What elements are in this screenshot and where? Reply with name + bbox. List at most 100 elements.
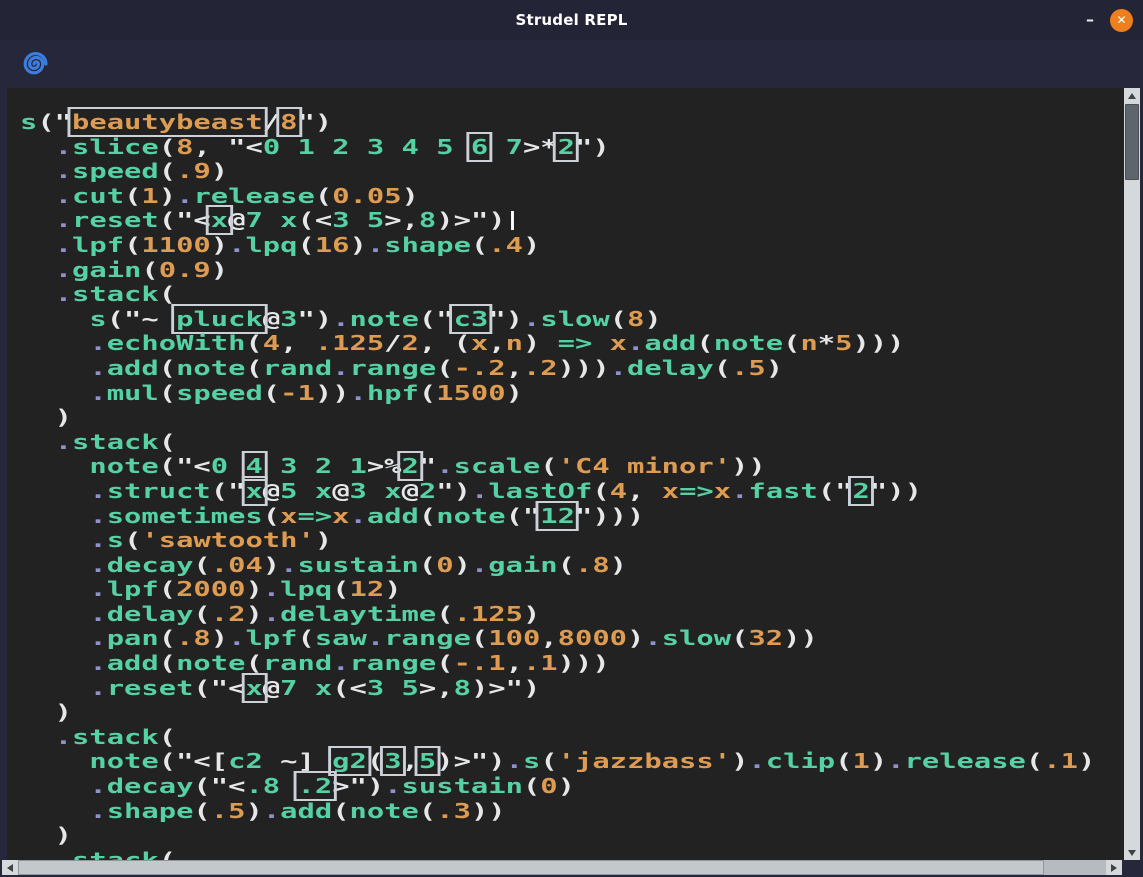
titlebar[interactable]: Strudel REPL – ✕: [0, 0, 1143, 40]
code-line: .reset("<x@7 x(<3 5>,8)>"): [20, 208, 1124, 233]
code-token: (: [245, 331, 262, 355]
code-token: @: [263, 307, 280, 331]
code-token: [20, 184, 55, 208]
active-event-highlight: x: [211, 208, 228, 232]
code-token: speed: [72, 159, 159, 183]
code-token: "): [488, 307, 523, 331]
code-token: 0: [436, 553, 453, 577]
horizontal-scroll-thumb[interactable]: [18, 860, 1044, 875]
scroll-right-button[interactable]: [1106, 860, 1122, 875]
code-token: .125: [454, 602, 523, 626]
code-token: .04: [211, 553, 263, 577]
spiral-icon: [20, 50, 48, 78]
code-token: .: [89, 528, 106, 552]
code-area[interactable]: s("beautybeast/8") .slice(8, "<0 1 2 3 4…: [7, 88, 1124, 860]
code-token: .: [263, 602, 280, 626]
code-token: add: [367, 504, 419, 528]
code-token: range: [350, 356, 437, 380]
vertical-scroll-track[interactable]: [1124, 103, 1140, 845]
scroll-up-button[interactable]: [1124, 88, 1140, 103]
code-line: ): [20, 700, 1124, 725]
code-token: .: [89, 504, 106, 528]
active-event-highlight: 5: [419, 749, 436, 773]
code-token: (: [540, 749, 557, 773]
code-token: .: [55, 430, 72, 454]
code-token: @: [332, 479, 349, 503]
code-token: add: [644, 331, 696, 355]
code-token: (: [245, 356, 262, 380]
code-token: (: [731, 626, 748, 650]
code-token: @: [402, 479, 419, 503]
code-token: (: [1026, 749, 1043, 773]
code-token: [20, 258, 55, 282]
code-token: [20, 208, 55, 232]
scroll-down-button[interactable]: [1124, 845, 1140, 860]
code-token: 8000: [558, 626, 627, 650]
strudel-repl-window: Strudel REPL – ✕ s("beautybeast/8") .sli…: [0, 0, 1143, 877]
code-line: .cut(1).release(0.05): [20, 184, 1124, 209]
code-token: .: [89, 774, 106, 798]
code-token: 8: [627, 307, 644, 331]
code-token: (: [297, 233, 314, 257]
code-token: 5: [835, 331, 852, 355]
code-token: shape: [384, 233, 471, 257]
horizontal-scroll-track[interactable]: [18, 860, 1106, 875]
code-token: ("<[: [159, 749, 228, 773]
code-token: stack: [72, 430, 159, 454]
scroll-left-button[interactable]: [2, 860, 18, 875]
code-token: .: [55, 725, 72, 749]
code-token: [20, 626, 89, 650]
code-token: .5: [211, 799, 246, 823]
code-token: *: [818, 331, 835, 355]
code-token: 2: [402, 331, 419, 355]
strudel-spiral-logo-icon[interactable]: [20, 50, 48, 78]
code-token: (: [419, 504, 436, 528]
code-token: (: [124, 528, 141, 552]
code-token: release: [193, 184, 314, 208]
code-line: .echoWith(4, .125/2, (x,n) => x.add(note…: [20, 331, 1124, 356]
code-token: "): [297, 110, 332, 134]
code-token: , "<: [193, 135, 262, 159]
code-token: [280, 774, 297, 798]
code-token: ): [245, 602, 262, 626]
code-token: -.1: [454, 651, 506, 675]
code-token: (: [471, 626, 488, 650]
code-token: (: [558, 553, 575, 577]
code-token: [20, 725, 55, 749]
code-token: (: [297, 626, 314, 650]
code-token: .: [350, 381, 367, 405]
horizontal-scrollbar[interactable]: [2, 860, 1122, 875]
code-token: speed: [176, 381, 263, 405]
code-token: ("<: [159, 454, 211, 478]
code-line: .lpf(1100).lpq(16).shape(.4): [20, 233, 1124, 258]
code-token: , (: [419, 331, 471, 355]
vertical-scroll-thumb[interactable]: [1125, 104, 1139, 180]
code-token: (: [315, 184, 332, 208]
code-token: x: [714, 479, 731, 503]
code-line: .speed(.9): [20, 159, 1124, 184]
code-token: x: [280, 504, 297, 528]
code-token: >,: [419, 676, 454, 700]
minimize-button[interactable]: –: [1086, 15, 1094, 25]
close-button[interactable]: ✕: [1110, 9, 1133, 32]
code-token: note: [436, 504, 505, 528]
code-token: .: [471, 553, 488, 577]
code-token: .: [89, 577, 106, 601]
code-token: @: [263, 676, 280, 700]
code-token: reset: [72, 208, 159, 232]
code-token: 5: [280, 479, 315, 503]
code-token: )>"): [436, 208, 505, 232]
code-token: note: [89, 749, 158, 773]
active-event-highlight: beautybeast: [72, 110, 263, 134]
active-event-highlight: x: [245, 676, 262, 700]
code-token: x: [332, 504, 349, 528]
vertical-scrollbar[interactable]: [1124, 88, 1140, 860]
code-token: @: [263, 479, 280, 503]
code-token: ): [159, 184, 176, 208]
code-token: ~: [141, 307, 176, 331]
active-event-highlight: g2: [332, 749, 367, 773]
code-token: (: [245, 651, 262, 675]
code-token: ,: [506, 651, 523, 675]
code-line: .s('sawtooth'): [20, 528, 1124, 553]
code-line: .lpf(2000).lpq(12): [20, 577, 1124, 602]
